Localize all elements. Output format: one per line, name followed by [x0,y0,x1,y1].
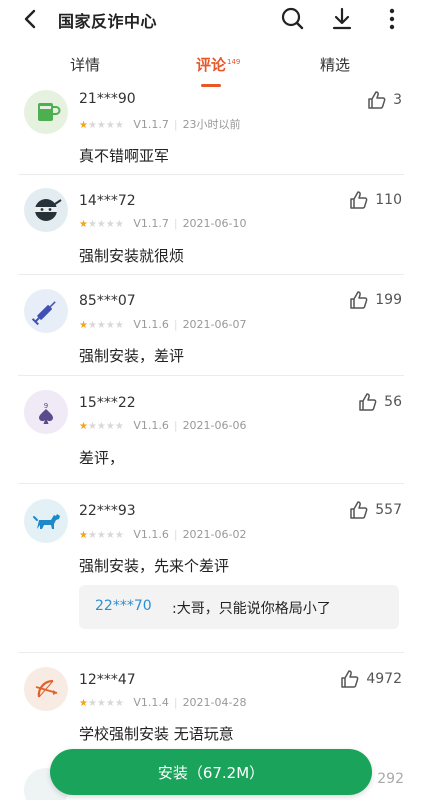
review-username[interactable]: 12***47 [79,672,136,688]
review-text: 强制安装就很烦 [79,247,185,265]
review-version: V1.1.7 [133,118,169,131]
reply-box[interactable]: 22***70 :大哥，只能说你格局小了 [79,585,399,629]
tab-featured[interactable]: 精选 [320,54,350,75]
review-text: 强制安装，先来个差评 [79,557,230,575]
avatar[interactable] [24,667,68,711]
ninja-icon [35,199,62,221]
like-button[interactable]: 110 [349,190,402,210]
review-meta: ★★★★★ V1.1.6 | 2021-06-02 [79,528,247,541]
review-username[interactable]: 85***07 [79,293,136,309]
svg-text:9: 9 [44,402,48,410]
review-username[interactable]: 21***90 [79,91,136,107]
divider [18,375,404,376]
like-count: 4972 [366,671,402,687]
app-title: 国家反诈中心 [58,12,158,31]
review-text: 强制安装，差评 [79,347,185,365]
star-rating: ★★★★★ [79,698,124,709]
like-button[interactable]: 56 [358,392,402,412]
review-version: V1.1.7 [133,217,169,230]
review-meta: ★★★★★ V1.1.4 | 2021-04-28 [79,696,247,709]
spade-card-icon: 9 [39,402,53,424]
star-rating: ★★★★★ [79,530,124,541]
like-count: 557 [375,502,402,518]
avatar[interactable] [24,90,68,134]
install-button[interactable]: 安装（67.2M） [50,749,372,795]
divider [18,274,404,275]
thumbs-up-icon [350,501,368,519]
like-count: 56 [384,394,402,410]
divider [18,652,404,653]
divider [18,483,404,484]
avatar[interactable] [24,188,68,232]
tab-reviews-label: 评论 [196,56,227,74]
review-count: 149 [227,58,241,66]
review-username[interactable]: 14***72 [79,193,136,209]
star-rating: ★★★★★ [79,120,124,131]
review-date: 2021-06-06 [182,419,247,432]
star-rating: ★★★★★ [79,421,124,432]
cup-icon [38,103,61,121]
reply-username[interactable]: 22***70 [95,598,152,614]
thumbs-up-icon [341,670,359,688]
like-count: 110 [375,192,402,208]
syringe-icon [31,301,56,326]
review-version: V1.1.6 [133,419,169,432]
review-meta: ★★★★★ V1.1.6 | 2021-06-07 [79,318,247,331]
thumbs-up-icon [368,91,386,109]
review-date: 2021-06-10 [182,217,247,230]
download-icon[interactable] [328,5,356,33]
star-rating: ★★★★★ [79,320,124,331]
more-vertical-icon[interactable] [378,5,406,33]
tab-reviews[interactable]: 评论149 [196,54,240,75]
thumbs-up-icon [359,393,377,411]
review-text: 差评， [79,449,125,467]
like-button[interactable]: 557 [349,500,402,520]
review-version: V1.1.6 [133,318,169,331]
active-tab-indicator [201,84,221,87]
review-meta: ★★★★★ V1.1.7 | 2021-06-10 [79,217,247,230]
review-version: V1.1.6 [133,528,169,541]
like-count[interactable]: 292 [377,771,404,787]
divider [18,174,404,175]
review-date: 2021-06-02 [182,528,247,541]
avatar[interactable] [24,289,68,333]
dog-icon [33,514,60,529]
review-meta: ★★★★★ V1.1.7 | 23小时以前 [79,118,241,131]
star-rating: ★★★★★ [79,219,124,230]
review-version: V1.1.4 [133,696,169,709]
tab-details[interactable]: 详情 [70,54,100,75]
back-arrow-icon[interactable] [18,7,44,31]
search-icon[interactable] [278,5,306,33]
review-meta: ★★★★★ V1.1.6 | 2021-06-06 [79,419,247,432]
like-count: 199 [375,292,402,308]
review-text: 学校强制安装 无语玩意 [79,725,234,743]
reply-text: :大哥，只能说你格局小了 [172,601,331,617]
thumbs-up-icon [350,191,368,209]
like-button[interactable]: 3 [367,90,402,110]
review-username[interactable]: 22***93 [79,503,136,519]
review-text: 真不错啊亚军 [79,147,170,165]
thumbs-up-icon [350,291,368,309]
review-date: 23小时以前 [182,118,241,131]
top-bar: 国家反诈中心 [0,0,422,38]
avatar[interactable] [24,499,68,543]
review-date: 2021-06-07 [182,318,247,331]
avatar[interactable]: 9 [24,390,68,434]
review-username[interactable]: 15***22 [79,395,136,411]
review-date: 2021-04-28 [182,696,247,709]
like-button[interactable]: 4972 [340,669,402,689]
tab-bar: 详情 评论149 精选 [0,44,422,88]
like-button[interactable]: 199 [349,290,402,310]
like-count: 3 [393,92,402,108]
archer-icon [35,679,58,698]
